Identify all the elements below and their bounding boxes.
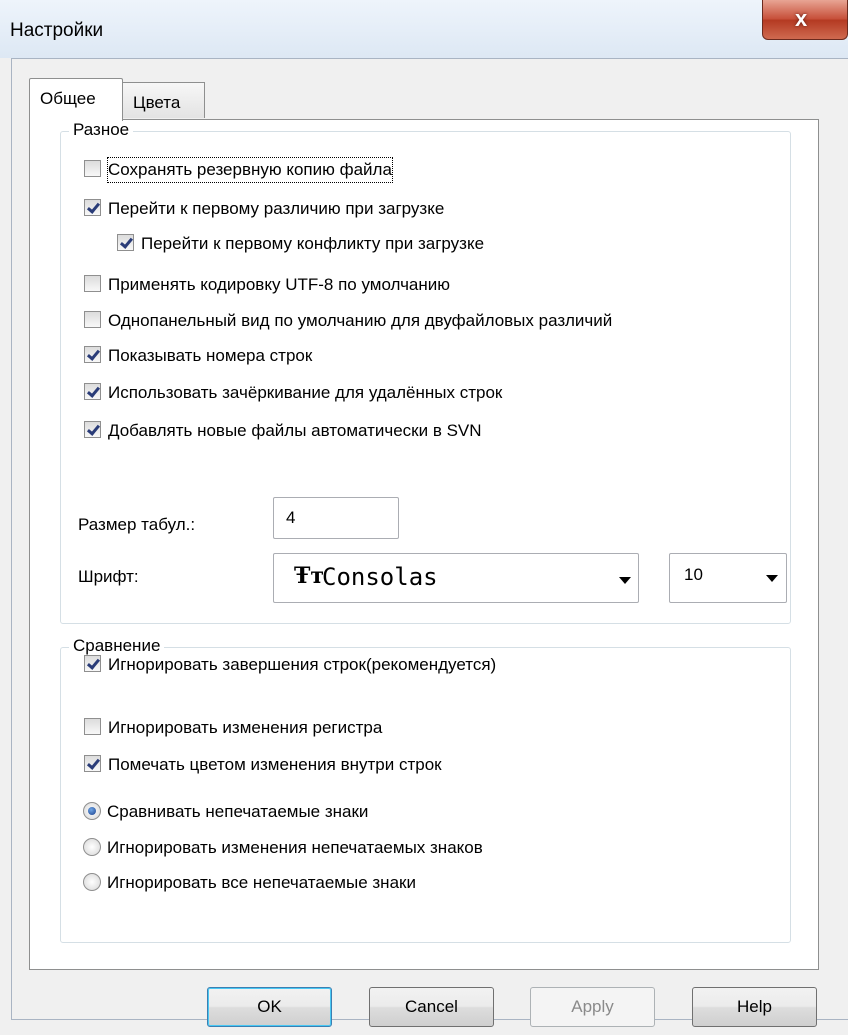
title-bar: Настройки x (0, 0, 848, 58)
checkbox-label: Однопанельный вид по умолчанию для двуфа… (108, 311, 613, 330)
font-size-value: 10 (684, 565, 703, 584)
checkbox-box[interactable] (84, 421, 101, 438)
radio-label: Игнорировать изменения непечатаемых знак… (107, 838, 483, 857)
tab-panel-general: Разное Сохранять резервную копию файла П… (29, 119, 819, 970)
checkbox-box[interactable] (117, 234, 134, 251)
compare-group: Сравнение (60, 636, 791, 943)
help-button[interactable]: Help (692, 987, 817, 1027)
checkbox-label: Перейти к первому конфликту при загрузке (141, 234, 485, 253)
close-icon: x (795, 6, 808, 31)
checkbox-label: Перейти к первому различию при загрузке (108, 199, 445, 218)
radio-button[interactable] (83, 838, 101, 856)
radio-button[interactable] (83, 802, 101, 820)
tab-size-input[interactable]: 4 (273, 497, 399, 539)
chevron-down-icon (766, 575, 778, 582)
font-select[interactable]: Ŧт Consolas (273, 553, 639, 603)
checkbox-box[interactable] (84, 275, 101, 292)
tab-colors[interactable]: Цвета (123, 82, 205, 118)
checkbox-label: Игнорировать изменения регистра (108, 718, 383, 737)
tab-general-label: Общее (40, 89, 96, 108)
checkbox-label: Добавлять новые файлы автоматически в SV… (108, 421, 482, 440)
close-button[interactable]: x (762, 0, 848, 40)
checkbox-box[interactable] (84, 311, 101, 328)
apply-button[interactable]: Apply (530, 987, 655, 1027)
checkbox-box[interactable] (84, 755, 101, 772)
font-label: Шрифт: (78, 567, 139, 586)
radio-label: Игнорировать все непечатаемые знаки (107, 873, 416, 892)
radio-label: Сравнивать непечатаемые знаки (107, 802, 369, 821)
radio-button[interactable] (83, 873, 101, 891)
checkbox-label: Применять кодировку UTF-8 по умолчанию (108, 275, 451, 294)
checkbox-box[interactable] (84, 160, 101, 177)
checkbox-label: Помечать цветом изменения внутри строк (108, 755, 442, 774)
font-size-select[interactable]: 10 (669, 553, 787, 603)
tab-general[interactable]: Общее (29, 78, 123, 121)
checkbox-box[interactable] (84, 199, 101, 216)
checkbox-label: Сохранять резервную копию файла (107, 157, 393, 183)
cancel-button[interactable]: Cancel (369, 987, 494, 1027)
truetype-font-icon: Ŧт (294, 563, 325, 589)
checkbox-label: Игнорировать завершения строк(рекомендуе… (108, 655, 497, 674)
tab-size-label: Размер табул.: (78, 515, 196, 534)
checkbox-label: Использовать зачёркивание для удалённых … (108, 383, 503, 402)
checkbox-label: Показывать номера строк (108, 346, 313, 365)
misc-group-title: Разное (69, 120, 134, 140)
window-title: Настройки (10, 20, 104, 41)
checkbox-box[interactable] (84, 655, 101, 672)
tab-colors-label: Цвета (133, 93, 181, 112)
chevron-down-icon (619, 577, 631, 584)
checkbox-box[interactable] (84, 383, 101, 400)
checkbox-box[interactable] (84, 346, 101, 363)
font-value: Consolas (322, 563, 438, 591)
ok-button[interactable]: OK (207, 987, 332, 1027)
checkbox-box[interactable] (84, 718, 101, 735)
